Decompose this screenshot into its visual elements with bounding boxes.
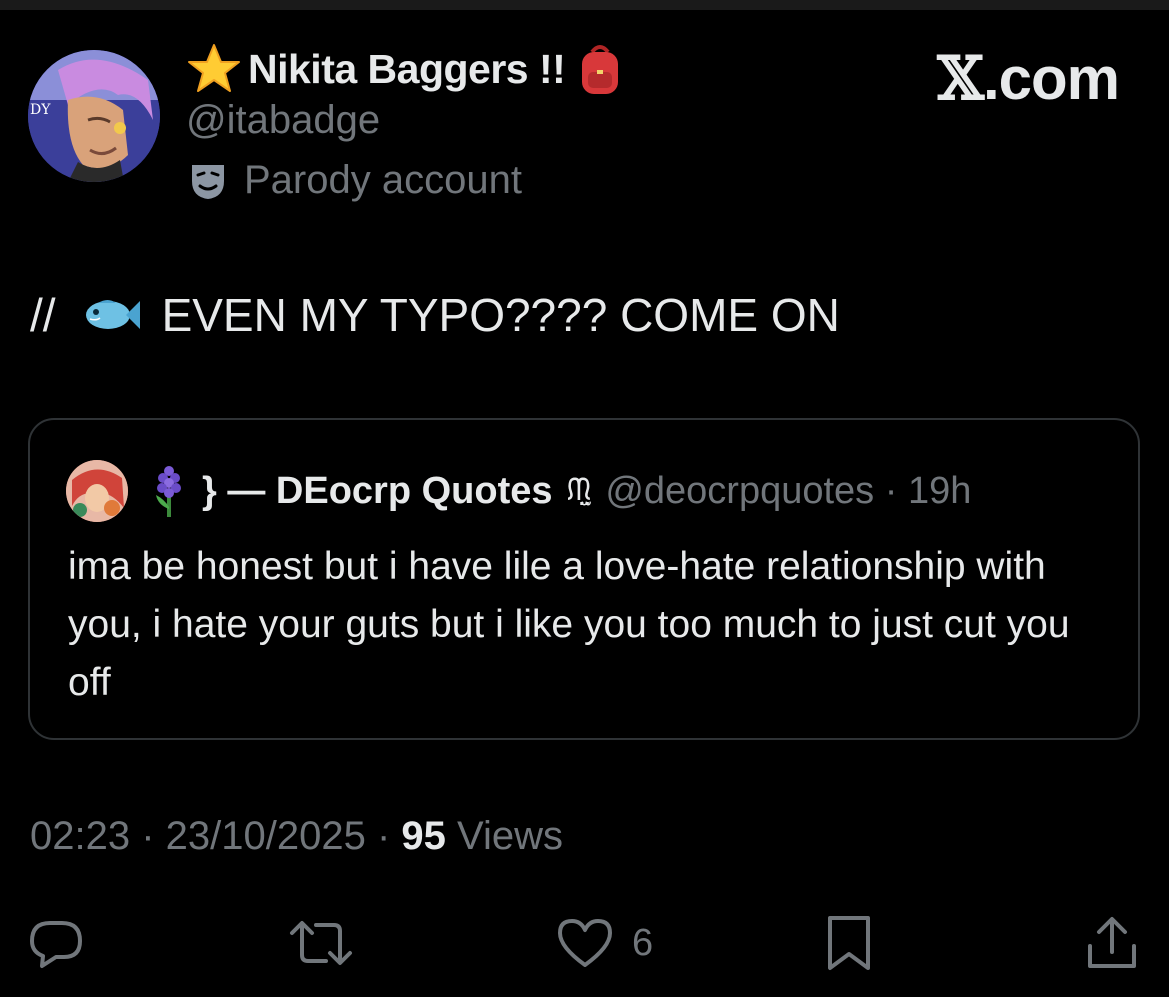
reply-button[interactable] [28, 912, 84, 974]
author-name-row[interactable]: Nikita Baggers !! [186, 40, 623, 98]
tweet-screenshot: DY Nikita Baggers !! @itabadge Parody ac… [0, 0, 1169, 997]
parody-label-row: Parody account [188, 158, 522, 203]
status-strip [0, 0, 1169, 10]
author-handle[interactable]: @itabadge [186, 98, 380, 143]
reply-icon [30, 921, 82, 968]
tweet-meta: 02:23 · 23/10/2025 · 95 Views [30, 814, 563, 859]
heart-icon [558, 919, 612, 967]
quote-handle-time: @deocrpquotes · 19h [605, 469, 972, 512]
svg-text:DY: DY [30, 102, 51, 118]
share-icon [1088, 917, 1136, 968]
theater-mask-icon [192, 164, 224, 199]
author-display-name: Nikita Baggers !! [248, 45, 566, 92]
like-button[interactable]: 6 [556, 912, 653, 974]
quote-body-text: ima be honest but i have lile a love-hat… [68, 545, 1070, 704]
star-icon [188, 44, 240, 92]
quote-kaomoji: ᙏ̤̫ [566, 474, 592, 507]
author-avatar[interactable]: DY [28, 50, 160, 182]
hyacinth-icon [156, 466, 181, 517]
quote-header: } — DEocrp Quotes ᙏ̤̫ @deocrpquotes · 19… [66, 460, 971, 522]
share-button[interactable] [1086, 912, 1138, 974]
fish-icon [85, 300, 140, 329]
quote-author-avatar[interactable] [66, 460, 128, 522]
views-count: 95 [401, 814, 446, 858]
quoted-tweet-card[interactable]: } — DEocrp Quotes ᙏ̤̫ @deocrpquotes · 19… [28, 418, 1140, 740]
x-com-logo: 𝕏.com [937, 44, 1120, 114]
x-logo-domain: .com [982, 45, 1120, 112]
quote-author-name: } — DEocrp Quotes [202, 469, 553, 512]
repost-icon [290, 921, 352, 965]
backpack-icon [582, 45, 619, 94]
x-logo-icon: 𝕏 [937, 44, 984, 114]
bookmark-button[interactable] [826, 912, 872, 974]
repost-button[interactable] [288, 912, 354, 974]
bookmark-icon [828, 916, 870, 970]
parody-account-label: Parody account [244, 158, 522, 202]
tweet-timestamp[interactable]: 02:23 · 23/10/2025 · [30, 814, 401, 858]
like-count: 6 [632, 921, 654, 964]
tweet-prefix: // [30, 289, 56, 341]
tweet-text: // EVEN MY TYPO???? COME ON [30, 288, 840, 342]
views-label: Views [445, 814, 563, 858]
tweet-body-text: EVEN MY TYPO???? COME ON [161, 289, 840, 341]
